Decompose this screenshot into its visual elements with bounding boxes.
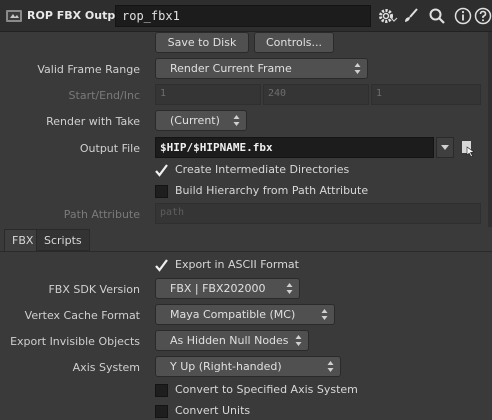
start-end-inc-label: Start/End/Inc [68, 89, 140, 102]
vertex-cache-format-menu[interactable]: Maya Compatible (MC) [155, 304, 335, 325]
node-name-field[interactable]: rop_fbx1 [115, 5, 371, 27]
updown-arrows-icon [233, 115, 240, 126]
search-icon[interactable] [428, 7, 446, 25]
brush-icon[interactable] [402, 7, 420, 25]
export-invisible-objects-value: As Hidden Null Nodes [170, 334, 289, 347]
export-invisible-objects-label: Export Invisible Objects [10, 335, 140, 348]
output-file-label: Output File [79, 142, 140, 155]
fbx-sdk-version-label: FBX SDK Version [48, 283, 140, 296]
render-with-take-label: Render with Take [46, 115, 140, 128]
vertex-cache-format-label: Vertex Cache Format [24, 309, 140, 322]
checkbox[interactable] [155, 405, 168, 418]
chevron-down-icon[interactable] [390, 7, 398, 25]
node-type-label: ROP FBX Output [27, 9, 129, 22]
render-with-take-value: (Current) [170, 114, 220, 127]
scrollbar[interactable] [488, 32, 492, 227]
build-hierarchy-label: Build Hierarchy from Path Attribute [175, 184, 369, 197]
valid-frame-range-label: Valid Frame Range [37, 63, 140, 76]
vertex-cache-format-value: Maya Compatible (MC) [170, 308, 296, 321]
convert-axis-label: Convert to Specified Axis System [175, 383, 358, 396]
axis-system-menu[interactable]: Y Up (Right-handed) [155, 356, 341, 377]
export-ascii-label: Export in ASCII Format [175, 258, 299, 271]
parameter-pane-header: ROP FBX Output rop_fbx1 [0, 0, 492, 32]
tab-bar: FBX Scripts [0, 229, 492, 252]
chevron-down-icon[interactable] [436, 137, 454, 158]
convert-units-label: Convert Units [175, 404, 251, 417]
updown-arrows-icon [286, 283, 293, 294]
checkmark-icon [155, 164, 168, 177]
tab-scripts[interactable]: Scripts [36, 229, 90, 251]
increment-field[interactable]: 1 [371, 84, 481, 105]
valid-frame-range-menu[interactable]: Render Current Frame [155, 58, 368, 79]
valid-frame-range-value: Render Current Frame [170, 62, 292, 75]
updown-arrows-icon [295, 335, 302, 346]
fbx-sdk-version-value: FBX | FBX202000 [170, 282, 266, 295]
output-file-field[interactable]: $HIP/$HIPNAME.fbx [155, 137, 434, 158]
controls-button[interactable]: Controls... [254, 32, 334, 53]
updown-arrows-icon [321, 309, 328, 320]
help-icon[interactable] [474, 7, 492, 25]
checkbox[interactable] [155, 384, 168, 397]
checkbox[interactable] [155, 185, 168, 198]
fbx-sdk-version-menu[interactable]: FBX | FBX202000 [155, 278, 300, 299]
path-attribute-field[interactable]: path [155, 203, 481, 224]
end-frame-field[interactable]: 240 [263, 84, 369, 105]
axis-system-value: Y Up (Right-handed) [170, 360, 282, 373]
updown-arrows-icon [354, 63, 361, 74]
path-attribute-label: Path Attribute [63, 208, 140, 221]
updown-arrows-icon [327, 361, 334, 372]
render-with-take-menu[interactable]: (Current) [155, 110, 247, 131]
axis-system-label: Axis System [72, 361, 140, 374]
checkmark-icon [155, 259, 168, 272]
fbx-node-icon [6, 10, 22, 22]
start-frame-field[interactable]: 1 [155, 84, 261, 105]
info-icon[interactable] [454, 7, 472, 25]
file-browse-icon[interactable] [460, 139, 476, 157]
save-to-disk-button[interactable]: Save to Disk [155, 32, 249, 53]
export-invisible-objects-menu[interactable]: As Hidden Null Nodes [155, 330, 309, 351]
create-intermediate-dirs-label: Create Intermediate Directories [175, 163, 350, 176]
